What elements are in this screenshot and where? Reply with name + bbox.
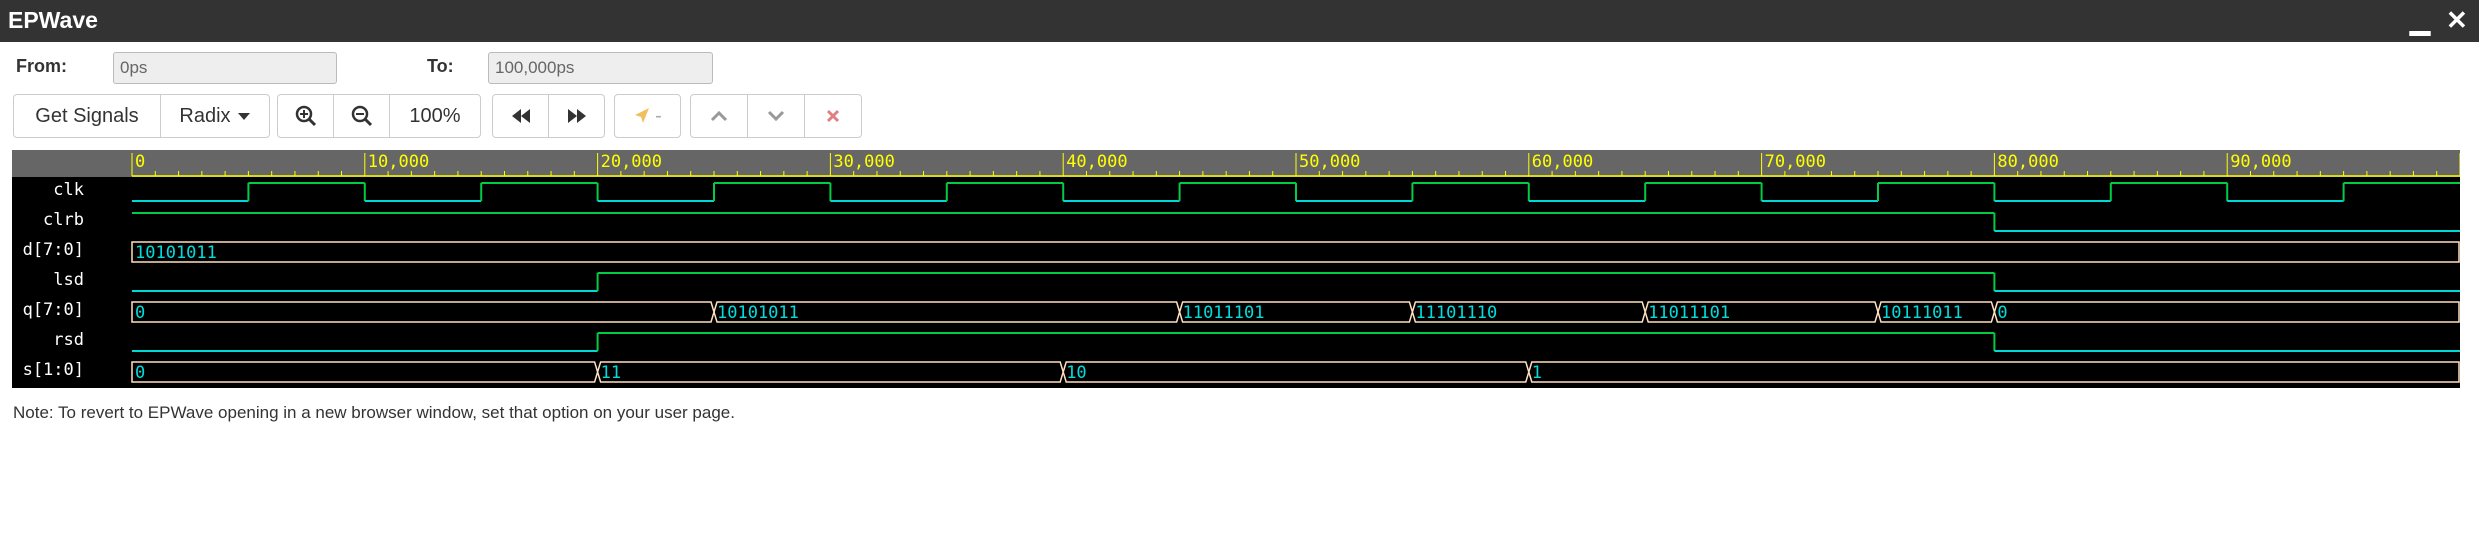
ruler-label: 60,000 <box>1532 152 1593 172</box>
ruler-label: 80,000 <box>1997 152 2058 172</box>
bus-value-segment <box>131 241 2460 263</box>
bus-value-label: 10111011 <box>1881 303 1963 323</box>
bus-value-segment <box>596 361 1064 383</box>
zoom-group: 100% <box>277 94 481 138</box>
cursor-marker-button[interactable]: - <box>614 94 681 138</box>
bus-value-label: 11 <box>601 363 621 383</box>
bus-value-label: 11011101 <box>1648 303 1730 323</box>
bus-value-label: 11101110 <box>1415 303 1497 323</box>
move-up-button[interactable] <box>690 94 748 138</box>
title-bar: EPWave ▁ ✕ <box>0 0 2479 42</box>
bus-value-segment <box>131 301 715 323</box>
bus-value-segment <box>1528 361 2460 383</box>
ruler-label: 40,000 <box>1066 152 1127 172</box>
to-field[interactable] <box>488 52 713 84</box>
radix-dropdown[interactable]: Radix <box>160 94 270 138</box>
minimize-icon[interactable]: ▁ <box>2410 2 2430 38</box>
from-label: From: <box>16 56 67 76</box>
close-icon[interactable]: ✕ <box>2446 2 2468 38</box>
ruler-label: 20,000 <box>601 152 662 172</box>
zoom-level-button[interactable]: 100% <box>389 94 481 138</box>
window-title: EPWave <box>8 7 98 33</box>
zoom-in-icon <box>295 105 316 127</box>
get-signals-button[interactable]: Get Signals <box>13 94 161 138</box>
bus-value-label: 10101011 <box>135 243 217 263</box>
get-signals-label: Get Signals <box>35 104 139 127</box>
bus-value-label: 11011101 <box>1183 303 1265 323</box>
from-field[interactable] <box>113 52 337 84</box>
cursor-pointer-icon <box>635 108 650 123</box>
note-text: Note: To revert to EPWave opening in a n… <box>13 403 735 422</box>
bus-value-segment <box>131 361 599 383</box>
bus-value-label: 10 <box>1066 363 1086 383</box>
chevron-down-icon <box>767 110 785 122</box>
bus-value-label: 0 <box>135 363 145 383</box>
delete-signal-button[interactable] <box>804 94 862 138</box>
to-label: To: <box>427 56 454 76</box>
zoom-out-button[interactable] <box>333 94 390 138</box>
backward-icon <box>511 109 530 123</box>
bus-value-label: 0 <box>1997 303 2007 323</box>
bus-value-segment <box>1993 301 2460 323</box>
signal-order-group <box>690 94 862 138</box>
ruler-label: 90,000 <box>2230 152 2291 172</box>
zoom-in-button[interactable] <box>277 94 334 138</box>
ruler-label: 10,000 <box>368 152 429 172</box>
zoom-level-label: 100% <box>409 104 461 127</box>
move-down-button[interactable] <box>747 94 805 138</box>
bus-value-label: 10101011 <box>717 303 799 323</box>
chevron-up-icon <box>710 110 728 122</box>
delete-icon <box>826 109 840 123</box>
navigate-group <box>492 94 605 138</box>
signals-group: Get Signals Radix <box>13 94 270 138</box>
ruler-label: 70,000 <box>1765 152 1826 172</box>
bus-value-label: 0 <box>135 303 145 323</box>
previous-transition-button[interactable] <box>492 94 549 138</box>
waveform-viewer[interactable]: clk clrb d[7:0] lsd q[7:0] rsd s[1:0] 01… <box>12 150 2460 388</box>
ruler-label: 30,000 <box>833 152 894 172</box>
ruler-label: 50,000 <box>1299 152 1360 172</box>
cursor-label: - <box>655 104 662 127</box>
waveform-canvas[interactable]: 0 10,000 20,000 30,000 40,000 50,000 60,000 70,… <box>12 150 2460 388</box>
forward-icon <box>567 109 586 123</box>
bus-value-segment <box>1062 361 1530 383</box>
cursor-group: - <box>614 94 681 138</box>
radix-label: Radix <box>179 104 231 127</box>
caret-down-icon <box>237 113 250 120</box>
zoom-out-icon <box>351 105 372 127</box>
ruler-label: 0 <box>135 152 145 172</box>
bus-value-label: 1 <box>1532 363 1542 383</box>
next-transition-button[interactable] <box>548 94 605 138</box>
